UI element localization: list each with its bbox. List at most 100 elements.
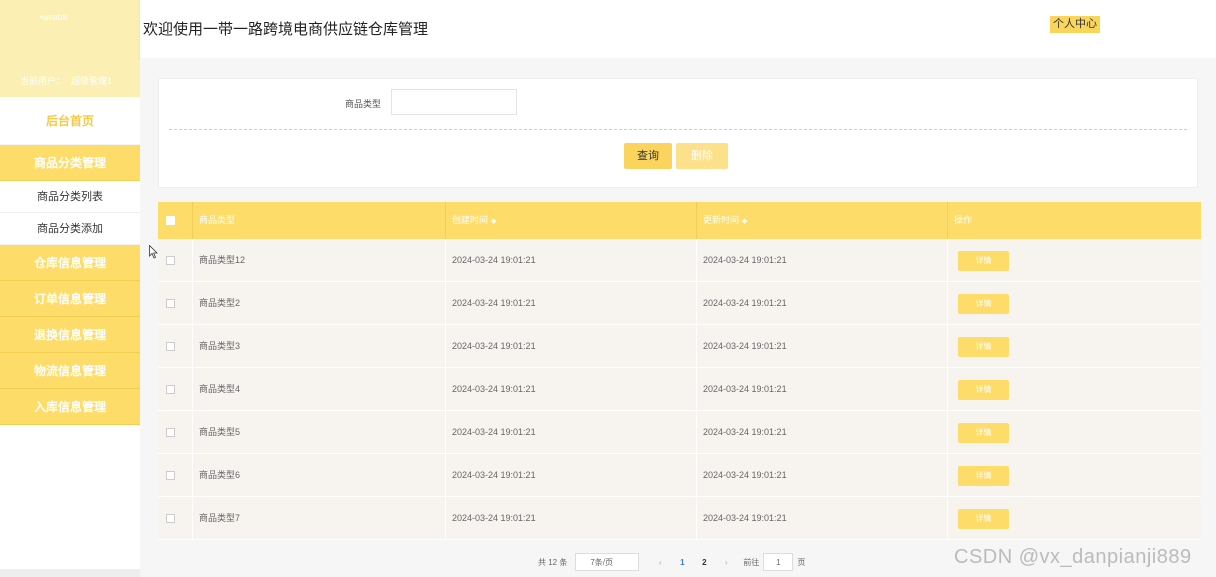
cell-created: 2024-03-24 19:01:21 <box>446 411 697 454</box>
page-title: 欢迎使用一带一路跨境电商供应链仓库管理 <box>143 21 429 38</box>
main-content: 商品类型 查询 删除 商品类型 创建时间 ◆ 更新时间 ◆ 操作 商品类型12 202… <box>140 58 1216 577</box>
cell-actions: 详情 <box>948 282 1201 325</box>
cell-actions: 详情 <box>948 454 1201 497</box>
table-row: 商品类型12 2024-03-24 19:01:21 2024-03-24 19:0… <box>158 239 1201 282</box>
cell-goods-type: 商品类型3 <box>193 325 446 368</box>
row-checkbox[interactable] <box>166 342 175 352</box>
menu-goods-category[interactable]: 商品分类管理 <box>0 145 140 181</box>
select-all-cell <box>158 202 193 239</box>
cell-updated: 2024-03-24 19:01:21 <box>697 411 948 454</box>
cell-updated: 2024-03-24 19:01:21 <box>697 454 948 497</box>
cell-goods-type: 商品类型7 <box>193 497 446 540</box>
table-row: 商品类型6 2024-03-24 19:01:21 2024-03-24 19:01… <box>158 454 1201 497</box>
detail-button[interactable]: 详情 <box>958 422 1009 443</box>
select-all-checkbox[interactable] <box>166 216 175 226</box>
cell-goods-type: 商品类型12 <box>193 239 446 282</box>
row-select-cell <box>158 239 193 282</box>
cell-goods-type: 商品类型5 <box>193 411 446 454</box>
table-row: 商品类型3 2024-03-24 19:01:21 2024-03-24 19:01… <box>158 325 1201 368</box>
sidebar: •avatar 当前用户： 超级管理1 后台首页 商品分类管理 商品分类列表 商品… <box>0 0 140 577</box>
cell-created: 2024-03-24 19:01:21 <box>446 454 697 497</box>
cell-actions: 详情 <box>948 239 1201 282</box>
cell-created: 2024-03-24 19:01:21 <box>446 325 697 368</box>
menu-warehouse[interactable]: 仓库信息管理 <box>0 245 140 281</box>
row-select-cell <box>158 411 193 454</box>
row-checkbox[interactable] <box>166 428 175 438</box>
mouse-cursor-icon <box>149 245 158 259</box>
current-user: 当前用户： 超级管理1 <box>20 74 112 87</box>
row-checkbox[interactable] <box>166 471 175 481</box>
cell-actions: 详情 <box>948 411 1201 454</box>
search-panel: 商品类型 查询 删除 <box>158 78 1198 188</box>
cell-created: 2024-03-24 19:01:21 <box>446 239 697 282</box>
sidebar-scrollbar[interactable] <box>0 569 140 577</box>
col-created[interactable]: 创建时间 ◆ <box>446 202 697 239</box>
page-2-button[interactable]: 2 <box>693 558 715 567</box>
avatar[interactable]: •avatar <box>40 12 68 22</box>
row-select-cell <box>158 368 193 411</box>
goto-label: 前往 <box>743 557 760 567</box>
cell-updated: 2024-03-24 19:01:21 <box>697 239 948 282</box>
menu-orders[interactable]: 订单信息管理 <box>0 281 140 317</box>
col-updated-label: 更新时间 <box>703 215 740 225</box>
page-1-button[interactable]: 1 <box>671 558 693 567</box>
menu-inbound[interactable]: 入库信息管理 <box>0 389 140 425</box>
next-page-button[interactable]: › <box>715 558 737 567</box>
col-updated[interactable]: 更新时间 ◆ <box>697 202 948 239</box>
prev-page-button[interactable]: ‹ <box>649 558 671 567</box>
cell-created: 2024-03-24 19:01:21 <box>446 282 697 325</box>
delete-button[interactable]: 删除 <box>676 143 728 169</box>
detail-button[interactable]: 详情 <box>958 379 1009 400</box>
menu-goods-category-list[interactable]: 商品分类列表 <box>0 181 140 213</box>
cell-goods-type: 商品类型4 <box>193 368 446 411</box>
cell-goods-type: 商品类型6 <box>193 454 446 497</box>
header: 欢迎使用一带一路跨境电商供应链仓库管理 个人中心 <box>140 0 1216 58</box>
sort-icon[interactable]: ◆ <box>491 218 496 225</box>
menu-home[interactable]: 后台首页 <box>0 97 140 145</box>
row-select-cell <box>158 325 193 368</box>
table-row: 商品类型7 2024-03-24 19:01:21 2024-03-24 19:01… <box>158 497 1201 540</box>
watermark: CSDN @vx_danpianji889 <box>954 546 1192 568</box>
row-select-cell <box>158 454 193 497</box>
search-input[interactable] <box>391 89 517 115</box>
row-checkbox[interactable] <box>166 299 175 309</box>
detail-button[interactable]: 详情 <box>958 293 1009 314</box>
cell-updated: 2024-03-24 19:01:21 <box>697 282 948 325</box>
sort-icon[interactable]: ◆ <box>742 218 747 225</box>
detail-button[interactable]: 详情 <box>958 508 1009 529</box>
detail-button[interactable]: 详情 <box>958 465 1009 486</box>
cell-goods-type: 商品类型2 <box>193 282 446 325</box>
cell-actions: 详情 <box>948 368 1201 411</box>
cell-updated: 2024-03-24 19:01:21 <box>697 325 948 368</box>
cell-created: 2024-03-24 19:01:21 <box>446 497 697 540</box>
col-actions: 操作 <box>954 215 973 225</box>
goto-suffix: 页 <box>797 557 806 567</box>
cell-created: 2024-03-24 19:01:21 <box>446 368 697 411</box>
row-select-cell <box>158 282 193 325</box>
row-checkbox[interactable] <box>166 514 175 524</box>
query-button[interactable]: 查询 <box>624 143 672 169</box>
goto-page-input[interactable]: 1 <box>763 553 794 571</box>
sidebar-header: •avatar 当前用户： 超级管理1 <box>0 0 140 97</box>
table-row: 商品类型5 2024-03-24 19:01:21 2024-03-24 19:01… <box>158 411 1201 454</box>
table-header: 商品类型 创建时间 ◆ 更新时间 ◆ 操作 <box>158 202 1201 239</box>
detail-button[interactable]: 详情 <box>958 250 1009 271</box>
divider <box>169 129 1187 130</box>
cell-actions: 详情 <box>948 325 1201 368</box>
detail-button[interactable]: 详情 <box>958 336 1009 357</box>
user-center-button[interactable]: 个人中心 <box>1050 16 1100 33</box>
cell-updated: 2024-03-24 19:01:21 <box>697 497 948 540</box>
row-checkbox[interactable] <box>166 256 175 266</box>
cell-actions: 详情 <box>948 497 1201 540</box>
pagination: 共 12 条 7条/页 ‹ 1 2 › 前往 1 页 <box>538 553 805 571</box>
page-size-select[interactable]: 7条/页 <box>575 553 640 571</box>
menu-logistics[interactable]: 物流信息管理 <box>0 353 140 389</box>
search-label: 商品类型 <box>345 99 382 109</box>
table-row: 商品类型2 2024-03-24 19:01:21 2024-03-24 19:01… <box>158 282 1201 325</box>
table-body: 商品类型12 2024-03-24 19:01:21 2024-03-24 19:0… <box>158 239 1201 540</box>
menu-returns[interactable]: 退换信息管理 <box>0 317 140 353</box>
row-checkbox[interactable] <box>166 385 175 395</box>
menu-goods-category-add[interactable]: 商品分类添加 <box>0 213 140 245</box>
current-user-name: 超级管理1 <box>71 76 113 86</box>
data-table: 商品类型 创建时间 ◆ 更新时间 ◆ 操作 商品类型12 2024-03-24 19:… <box>158 202 1201 540</box>
